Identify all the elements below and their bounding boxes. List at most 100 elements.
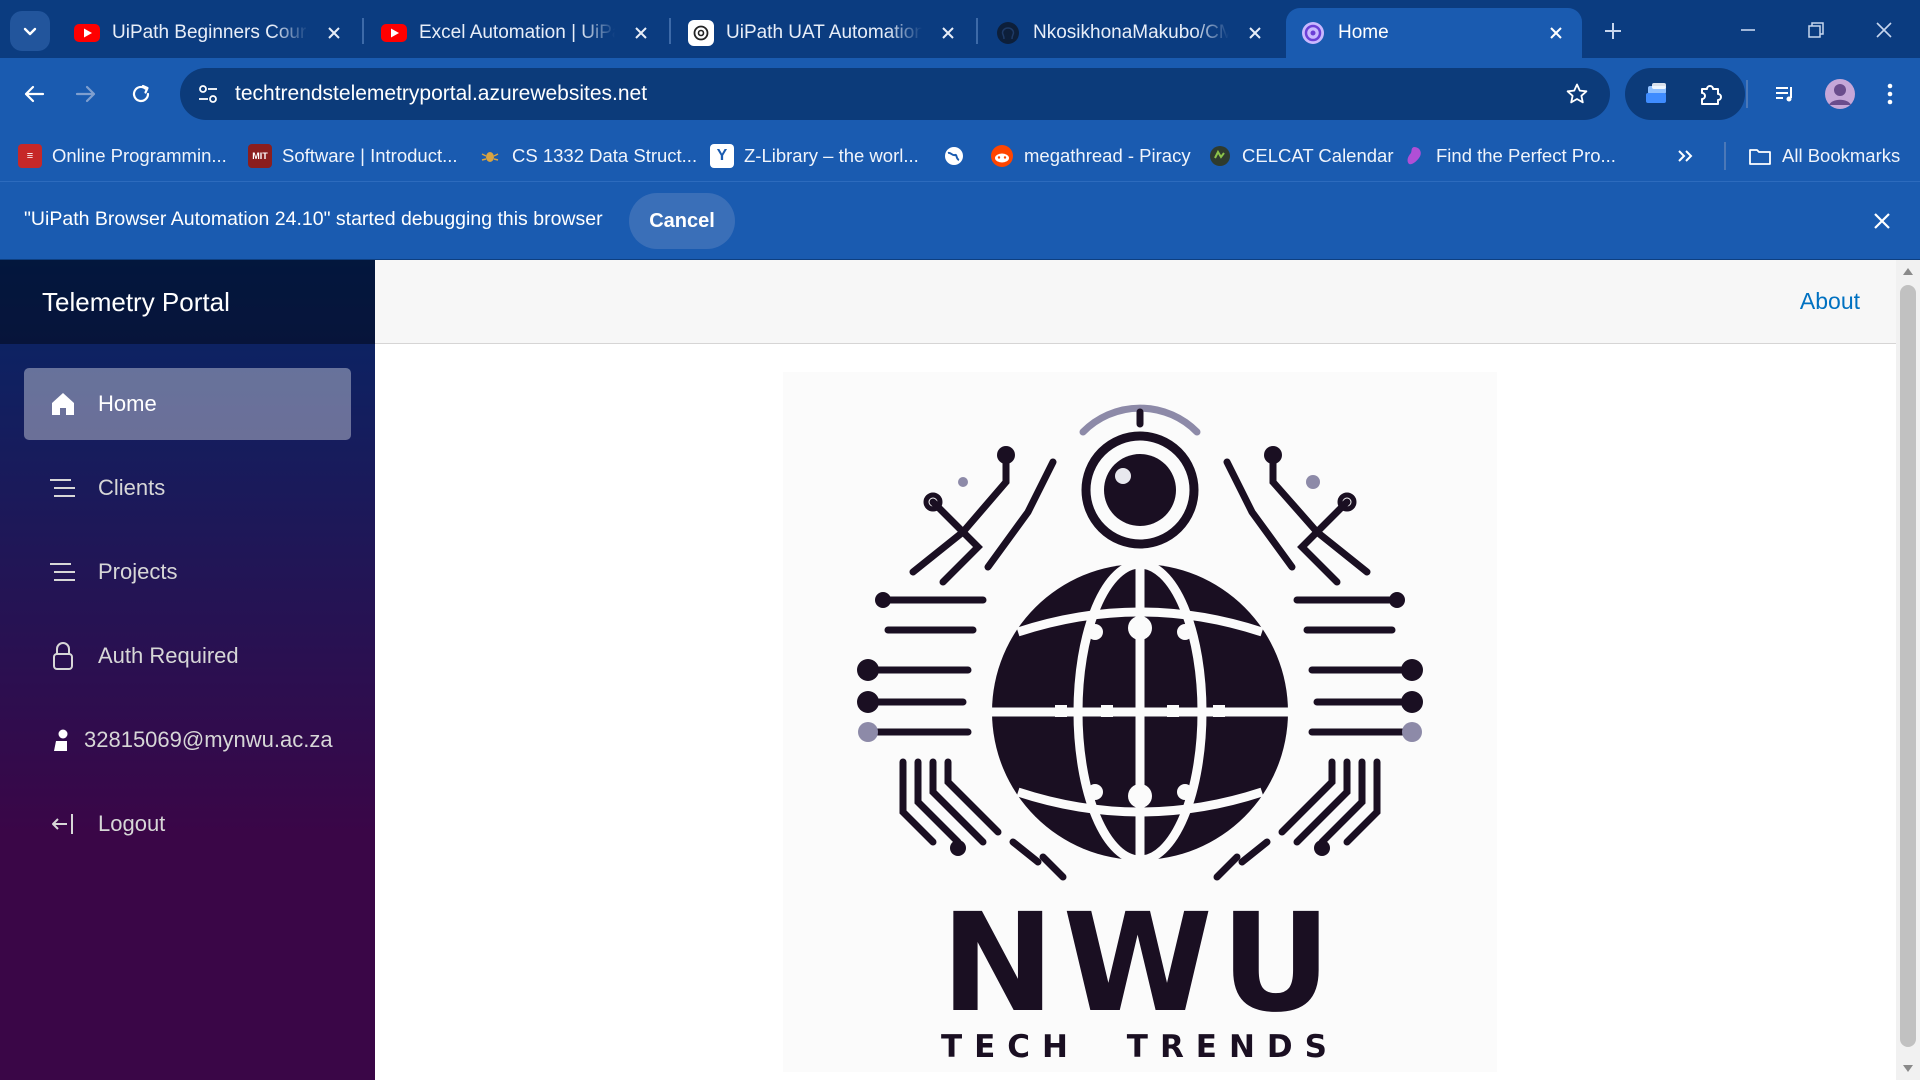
browser-toolbar: techtrendstelemetryportal.azurewebsites.… <box>0 58 1920 130</box>
cancel-debugging-button[interactable]: Cancel <box>629 193 735 249</box>
nav-label: Clients <box>98 475 166 500</box>
browser-tab[interactable]: UiPath Beginners Course <box>60 8 360 58</box>
nav-item-auth-required[interactable]: Auth Required <box>24 620 351 692</box>
bookmark-label: Find the Perfect Pro... <box>1436 145 1616 166</box>
nav-label: Home <box>98 391 157 416</box>
list-icon <box>48 473 78 503</box>
close-tab-icon[interactable] <box>1544 21 1568 45</box>
bookmark-label: CELCAT Calendar <box>1242 145 1394 166</box>
bookmark-item[interactable]: CS 1332 Data Struct... <box>478 140 697 172</box>
reload-button[interactable] <box>121 74 161 114</box>
bookmark-label: Online Programmin... <box>52 145 227 166</box>
bookmark-item[interactable]: Y Z-Library – the worl... <box>710 140 919 172</box>
person-icon <box>48 725 74 755</box>
tab-title: Excel Automation | UiPath <box>419 22 615 43</box>
tab-search-button[interactable] <box>10 11 50 51</box>
list-icon <box>48 557 78 587</box>
bookmark-item[interactable]: megathread - Piracy <box>990 140 1191 172</box>
bookmark-item[interactable]: Find the Perfect Pro... <box>1402 140 1616 172</box>
url-text[interactable]: techtrendstelemetryportal.azurewebsites.… <box>235 82 647 106</box>
nav-item-projects[interactable]: Projects <box>24 536 351 608</box>
logo-subtitle: TECH TRENDS <box>940 1029 1339 1065</box>
close-tab-icon[interactable] <box>936 21 960 45</box>
scroll-up-arrow-icon[interactable] <box>1903 268 1913 275</box>
reload-icon <box>132 84 150 103</box>
profile-avatar-button[interactable] <box>1820 74 1860 114</box>
blazor-icon <box>1300 20 1326 46</box>
main-content: NWU TECH TRENDS <box>375 344 1896 1080</box>
restore-button[interactable] <box>1794 12 1838 48</box>
browser-tab-active[interactable]: Home <box>1286 8 1582 58</box>
brand-bar: Telemetry Portal <box>0 260 375 344</box>
tab-title: UiPath UAT Automation S <box>726 22 922 43</box>
tab-divider <box>976 18 978 44</box>
about-link[interactable]: About <box>1800 288 1860 315</box>
nav-label: Projects <box>98 559 178 584</box>
circuit-globe-logo-icon <box>857 404 1423 881</box>
tab-title: UiPath Beginners Course <box>112 22 308 43</box>
brand-title[interactable]: Telemetry Portal <box>42 287 230 318</box>
lock-icon <box>48 641 78 671</box>
bookmark-item[interactable]: MIT Software | Introduct... <box>248 140 458 172</box>
close-tab-icon[interactable] <box>629 21 653 45</box>
mit-ocw-icon: MIT <box>248 144 272 168</box>
browser-tab[interactable]: Excel Automation | UiPath <box>367 8 667 58</box>
minimize-button[interactable] <box>1726 12 1770 48</box>
logo-wordmark: NWU <box>940 885 1340 1043</box>
bookmark-item[interactable] <box>942 140 976 172</box>
globe-icon <box>942 144 966 168</box>
bookmark-item[interactable]: ≡ Online Programmin... <box>18 140 227 172</box>
new-tab-button[interactable] <box>1598 16 1628 46</box>
scroll-down-arrow-icon[interactable] <box>1903 1065 1913 1072</box>
close-tab-icon[interactable] <box>322 21 346 45</box>
site-settings-icon[interactable] <box>194 80 222 108</box>
nav-label: 32815069@mynwu.ac.za <box>84 727 333 752</box>
bookmark-item[interactable]: CELCAT Calendar <box>1208 140 1394 172</box>
nav-label: Logout <box>98 811 166 836</box>
back-button[interactable] <box>14 74 54 114</box>
close-tab-icon[interactable] <box>1243 21 1267 45</box>
top-row: About <box>375 260 1896 344</box>
bookmarks-divider <box>1724 142 1726 170</box>
arrow-left-icon <box>24 85 45 103</box>
tab-divider <box>669 18 671 44</box>
nav-item-user-account[interactable]: 32815069@mynwu.ac.za <box>24 704 351 776</box>
more-bookmarks-button[interactable] <box>1675 140 1695 172</box>
folder-icon <box>1748 144 1772 168</box>
browser-tab[interactable]: NkosikhonaMakubo/CMP <box>981 8 1281 58</box>
all-bookmarks-button[interactable]: All Bookmarks <box>1748 140 1900 172</box>
browser-tab-strip: UiPath Beginners Course Excel Automation… <box>0 0 1920 58</box>
address-bar[interactable]: techtrendstelemetryportal.azurewebsites.… <box>180 68 1610 120</box>
youtube-icon <box>74 20 100 46</box>
plus-icon <box>1605 23 1621 39</box>
music-queue-icon <box>1776 87 1792 102</box>
debugging-banner: "UiPath Browser Automation 24.10" starte… <box>0 182 1920 260</box>
browser-tab[interactable]: UiPath UAT Automation S <box>674 8 974 58</box>
close-window-button[interactable] <box>1862 12 1906 48</box>
restore-icon <box>1808 22 1824 38</box>
close-icon <box>1874 213 1890 229</box>
debugging-message: "UiPath Browser Automation 24.10" starte… <box>24 208 603 230</box>
browser-menu-button[interactable] <box>1870 74 1910 114</box>
page-scrollbar[interactable] <box>1896 260 1920 1080</box>
nav-item-clients[interactable]: Clients <box>24 452 351 524</box>
youtube-icon <box>381 20 407 46</box>
bookmark-star-icon[interactable] <box>1562 79 1592 109</box>
forward-button[interactable] <box>66 74 106 114</box>
minimize-icon <box>1741 29 1755 31</box>
nav-item-logout[interactable]: Logout <box>24 788 351 860</box>
tab-divider <box>362 18 364 44</box>
bookmark-label: CS 1332 Data Struct... <box>512 145 698 166</box>
media-control-button[interactable] <box>1765 74 1805 114</box>
extensions-puzzle-icon[interactable] <box>1695 78 1727 110</box>
uipath-extension-icon[interactable] <box>1641 78 1673 110</box>
nav-item-home[interactable]: Home <box>24 368 351 440</box>
extensions-group <box>1625 68 1745 120</box>
all-bookmarks-label: All Bookmarks <box>1782 145 1901 166</box>
close-banner-button[interactable] <box>1868 207 1896 235</box>
celcat-icon <box>1208 144 1232 168</box>
nwu-tech-trends-logo: NWU TECH TRENDS <box>783 372 1497 1072</box>
scrollbar-thumb[interactable] <box>1900 285 1916 1047</box>
chatgpt-icon <box>688 20 714 46</box>
close-icon <box>1876 22 1892 38</box>
